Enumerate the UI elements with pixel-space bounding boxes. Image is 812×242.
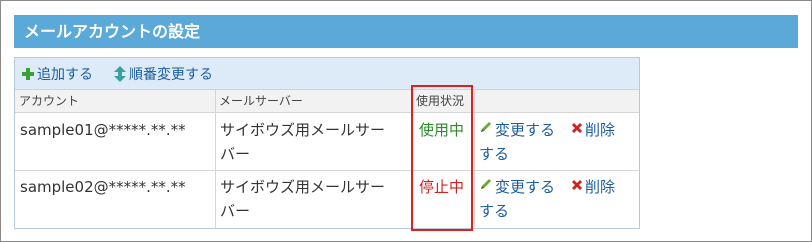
change-button[interactable]: 変更する (479, 175, 555, 200)
column-header-actions (474, 90, 639, 113)
change-label[interactable]: 変更する (495, 121, 555, 139)
plus-icon (21, 67, 35, 81)
delete-label[interactable]: 削除 (585, 178, 615, 196)
x-icon (571, 117, 583, 142)
pencil-icon (479, 117, 493, 142)
delete-label[interactable]: 削除 (585, 121, 615, 139)
delete-button[interactable]: 削除 (571, 175, 615, 200)
column-divider (474, 90, 475, 229)
add-button[interactable]: 追加する (21, 64, 93, 84)
reorder-label[interactable]: 順番変更する (129, 64, 213, 84)
account-cell: sample01@*****.**.** (20, 121, 186, 139)
reorder-button[interactable]: 順番変更する (113, 64, 213, 84)
mail-server-cell-line2: バー (220, 145, 251, 163)
change-label[interactable]: 変更する (495, 178, 555, 196)
add-label[interactable]: 追加する (37, 64, 93, 84)
mail-account-panel: 追加する 順番変更する アカウント メールサーバー 使用状況 sample01@… (14, 57, 640, 229)
account-cell: sample02@*****.**.** (20, 178, 186, 196)
delete-label-continued[interactable]: する (479, 199, 509, 224)
delete-label-continued[interactable]: する (479, 142, 509, 167)
toolbar: 追加する 順番変更する (15, 58, 639, 90)
delete-button[interactable]: 削除 (571, 118, 615, 143)
mail-server-cell-line1: サイボウズ用メールサー (220, 178, 386, 196)
mail-server-cell-line2: バー (220, 202, 251, 220)
column-header-account: アカウント (15, 90, 215, 113)
column-divider (215, 90, 216, 229)
up-down-arrow-icon (113, 66, 127, 82)
column-header-mail-server: メールサーバー (215, 90, 412, 113)
row-divider (15, 170, 639, 171)
page-title: メールアカウントの設定 (14, 15, 798, 48)
change-button[interactable]: 変更する (479, 118, 555, 143)
x-icon (571, 174, 583, 199)
pencil-icon (479, 174, 493, 199)
mail-server-cell-line1: サイボウズ用メールサー (220, 121, 386, 139)
status-column-highlight (411, 85, 473, 231)
